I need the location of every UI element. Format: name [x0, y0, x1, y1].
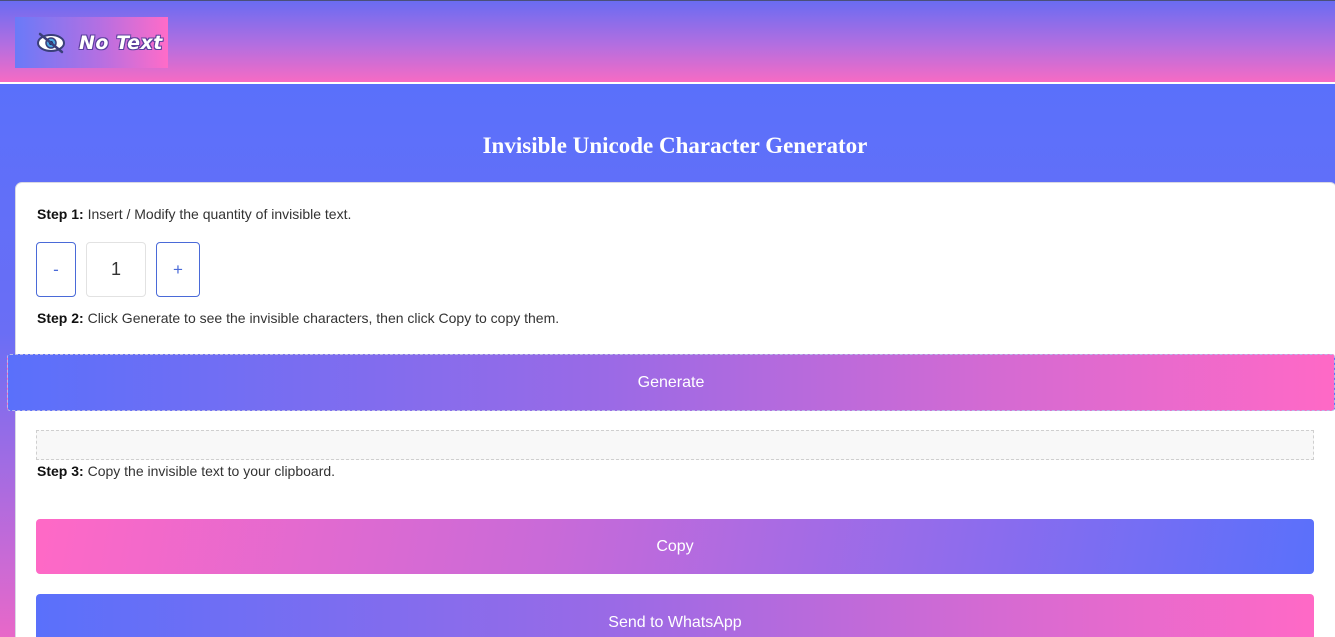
app-frame: No Text Invisible Unicode Character Gene…: [0, 0, 1335, 637]
invisible-text-output[interactable]: [36, 430, 1314, 460]
step-3-label: Step 3:: [37, 463, 84, 479]
step-2-instruction: Step 2: Click Generate to see the invisi…: [37, 310, 559, 326]
eye-icon: [35, 30, 67, 56]
quantity-input[interactable]: [86, 242, 146, 297]
site-logo[interactable]: No Text: [15, 17, 168, 68]
step-2-text: Click Generate to see the invisible char…: [83, 310, 560, 326]
generate-button[interactable]: Generate: [7, 354, 1335, 411]
page-title: Invisible Unicode Character Generator: [482, 133, 868, 158]
step-3-text: Copy the invisible text to your clipboar…: [83, 463, 336, 479]
step-1-label: Step 1:: [37, 206, 84, 222]
increment-button[interactable]: +: [156, 242, 200, 297]
copy-button[interactable]: Copy: [36, 519, 1314, 574]
step-2-label: Step 2:: [37, 310, 84, 326]
step-1-instruction: Step 1: Insert / Modify the quantity of …: [37, 206, 351, 222]
step-3-instruction: Step 3: Copy the invisible text to your …: [37, 463, 335, 479]
step-1-text: Insert / Modify the quantity of invisibl…: [83, 206, 352, 222]
logo-text: No Text: [79, 31, 163, 54]
send-to-whatsapp-button[interactable]: Send to WhatsApp: [36, 594, 1314, 637]
decrement-button[interactable]: -: [36, 242, 76, 297]
site-header: No Text: [0, 1, 1335, 83]
